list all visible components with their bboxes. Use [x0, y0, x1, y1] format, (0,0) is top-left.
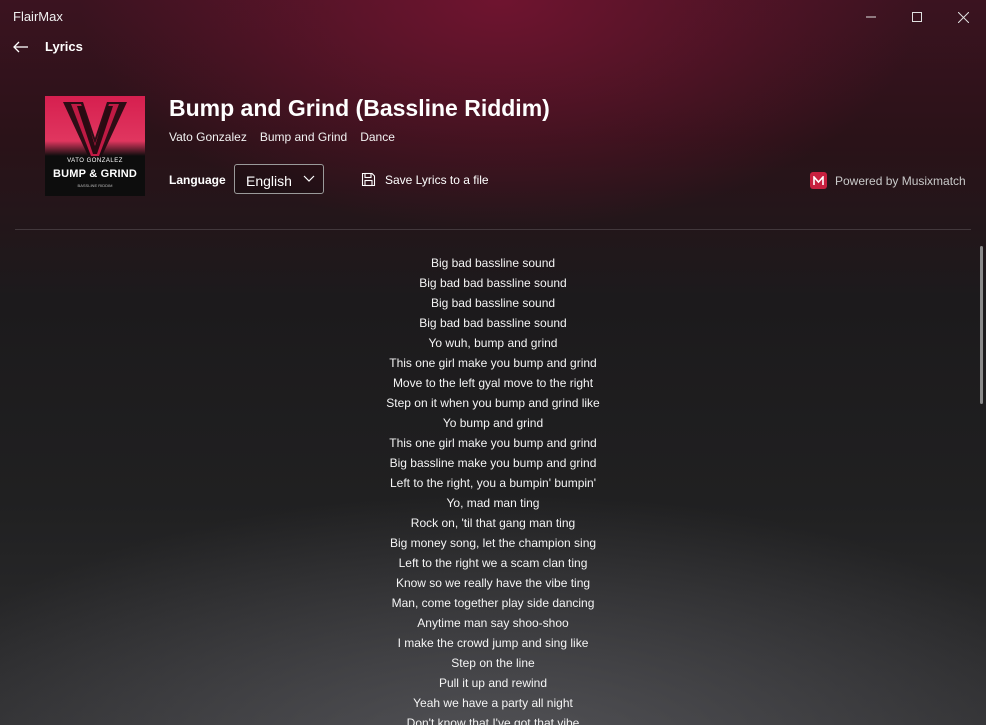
maximize-icon — [912, 12, 922, 22]
save-lyrics-button[interactable]: Save Lyrics to a file — [358, 168, 498, 192]
album-title-text: BUMP & GRIND — [52, 168, 138, 180]
lyrics-line: Big bad bassline sound — [430, 256, 556, 270]
lyrics-line: Move to the left gyal move to the right — [392, 376, 594, 390]
back-arrow-icon — [13, 41, 28, 53]
lyrics-line: Step on the line — [451, 656, 535, 670]
lyrics-line: Yo bump and grind — [442, 416, 544, 430]
chevron-down-icon — [303, 175, 315, 182]
lyrics-line: Pull it up and rewind — [438, 676, 548, 690]
lyrics-line: Left to the right, you a bumpin' bumpin' — [389, 476, 597, 490]
powered-by-text: Powered by Musixmatch — [835, 174, 966, 188]
lyrics-line: Know so we really have the vibe ting — [395, 576, 591, 590]
artist-name[interactable]: Vato Gonzalez — [169, 130, 247, 144]
musixmatch-logo-icon — [810, 172, 827, 189]
song-title: Bump and Grind (Bassline Riddim) — [169, 95, 550, 121]
page-title: Lyrics — [45, 39, 83, 54]
save-lyrics-label: Save Lyrics to a file — [385, 173, 489, 187]
language-dropdown[interactable]: English — [234, 164, 324, 194]
language-label: Language — [169, 173, 226, 187]
genre-name: Dance — [360, 130, 395, 144]
lyrics-line: Rock on, 'til that gang man ting — [410, 516, 576, 530]
lyrics-line: Big money song, let the champion sing — [389, 536, 597, 550]
album-art: VATO GONZALEZ BUMP & GRIND BASSLINE RIDD… — [45, 96, 145, 196]
lyrics-line: I make the crowd jump and sing like — [397, 636, 589, 650]
language-selected-value: English — [246, 173, 292, 189]
album-subtitle-text: BASSLINE RIDDIM — [77, 183, 113, 188]
album-artist-text: VATO GONZALEZ — [67, 158, 123, 164]
lyrics-line: Step on it when you bump and grind like — [386, 396, 600, 410]
lyrics-panel[interactable]: Big bad bassline sound Big bad bad bassli… — [0, 253, 986, 725]
powered-by-musixmatch[interactable]: Powered by Musixmatch — [810, 172, 970, 190]
lyrics-line: Man, come together play side dancing — [391, 596, 595, 610]
maximize-button[interactable] — [894, 0, 940, 34]
lyrics-line: Anytime man say shoo-shoo — [417, 616, 569, 630]
close-button[interactable] — [940, 0, 986, 34]
lyrics-line: Big bad bad bassline sound — [419, 276, 567, 290]
lyrics-line: Left to the right we a scam clan ting — [398, 556, 588, 570]
lyrics-line: Yeah we have a party all night — [413, 696, 573, 710]
minimize-icon — [866, 16, 876, 18]
lyrics-line: Big bad bad bassline sound — [419, 316, 567, 330]
navigation-bar: Lyrics — [0, 34, 400, 60]
title-bar: FlairMax — [0, 0, 986, 34]
header-divider — [15, 229, 971, 230]
lyrics-line: This one girl make you bump and grind — [389, 356, 597, 370]
lyrics-line: Yo, mad man ting — [446, 496, 540, 510]
lyrics-line: Yo wuh, bump and grind — [428, 336, 558, 350]
app-title: FlairMax — [13, 9, 63, 24]
back-button[interactable] — [8, 36, 34, 58]
lyrics-scrollbar[interactable] — [980, 246, 983, 404]
lyrics-line: Big bassline make you bump and grind — [389, 456, 597, 470]
lyrics-line: Big bad bassline sound — [430, 296, 556, 310]
song-metadata: Vato Gonzalez Bump and Grind Dance — [169, 130, 395, 144]
close-icon — [957, 11, 969, 23]
album-logo-icon — [63, 102, 127, 158]
minimize-button[interactable] — [848, 0, 894, 34]
lyrics-line: Don't know that I've got that vibe — [406, 716, 580, 725]
album-name[interactable]: Bump and Grind — [260, 130, 347, 144]
save-icon — [361, 172, 376, 187]
lyrics-line: This one girl make you bump and grind — [389, 436, 597, 450]
